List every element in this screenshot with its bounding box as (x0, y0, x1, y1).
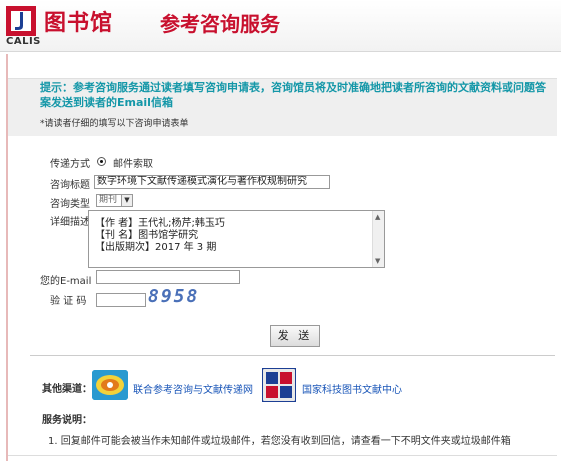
cali-network-link[interactable]: 联合参考咨询与文献传递网 (133, 381, 253, 396)
email-label: 您的E-mail (40, 276, 92, 287)
type-select[interactable]: 期刊 ▼ (96, 194, 133, 207)
nstl-link[interactable]: 国家科技图书文献中心 (302, 381, 402, 396)
captcha-label: 验 证 码 (50, 296, 87, 307)
scroll-up-icon[interactable]: ▲ (375, 213, 380, 221)
detail-line-issue: 【出版期次】2017 年 3 期 (95, 242, 217, 253)
site-header: CALIS 图书馆 参考咨询服务 (0, 0, 561, 52)
delivery-label: 传递方式 (50, 159, 90, 170)
detail-scrollbar[interactable]: ▲ ▼ (372, 211, 384, 267)
form-hint: *请读者仔细的填写以下咨询申请表单 (40, 119, 189, 129)
email-input[interactable] (96, 270, 240, 284)
email-delivery-label: 邮件索取 (113, 159, 153, 170)
site-subtitle: 参考咨询服务 (160, 12, 280, 36)
notice-text: 提示：参考咨询服务通过读者填写咨询申请表，咨询馆员将及时准确地把读者所咨询的文献… (40, 81, 546, 109)
send-button[interactable]: 发 送 (270, 325, 320, 347)
service-notes-title: 服务说明： (42, 415, 92, 426)
service-note-1: 1. 回复邮件可能会被当作未知邮件或垃圾邮件，若您没有收到回信，请查看一下不明文… (48, 436, 511, 447)
other-channels-label: 其他渠道： (42, 384, 92, 395)
type-select-value: 期刊 (99, 195, 118, 205)
type-label: 咨询类型 (50, 199, 90, 210)
cali-network-icon[interactable] (92, 370, 128, 400)
captcha-input[interactable] (96, 293, 146, 307)
detail-textarea[interactable]: 【作 者】王代礼;杨芹;韩玉巧 【刊 名】图书馆学研究 【出版期次】2017 年… (88, 210, 385, 268)
scroll-down-icon[interactable]: ▼ (375, 257, 380, 265)
site-title: 图书馆 (44, 11, 114, 36)
divider (30, 355, 555, 356)
chevron-down-icon[interactable]: ▼ (121, 195, 132, 206)
detail-label: 详细描述 (50, 217, 90, 228)
subject-input[interactable]: 数字环境下文献传递模式演化与著作权规制研究 (94, 175, 330, 189)
captcha-image: 8958 (148, 286, 200, 307)
calis-logo-text: CALIS (6, 36, 41, 47)
email-delivery-radio[interactable] (97, 157, 106, 166)
calis-logo-icon (6, 6, 36, 36)
subject-label: 咨询标题 (50, 180, 90, 191)
nstl-icon[interactable] (261, 367, 297, 403)
bottom-divider (8, 455, 557, 456)
